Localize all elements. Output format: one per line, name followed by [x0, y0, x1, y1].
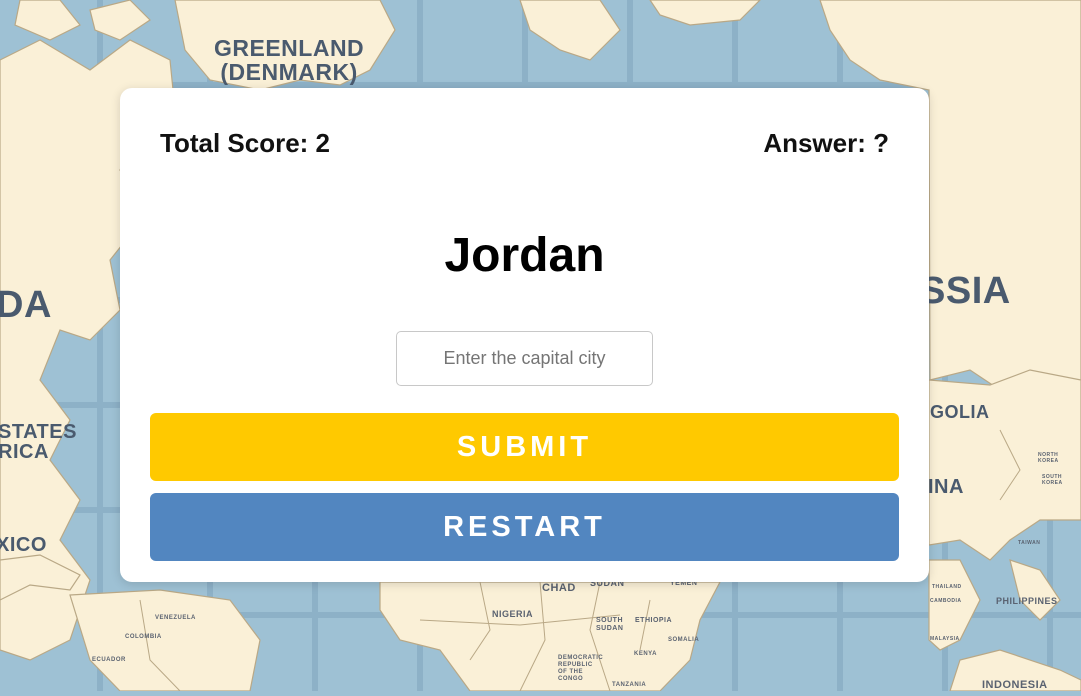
map-label-canada: DA: [0, 284, 52, 326]
map-label-drc: DEMOCRATIC REPUBLIC OF THE CONGO: [558, 655, 604, 682]
map-label-mexico: XICO: [0, 534, 47, 556]
map-label-tanzania: TANZANIA: [612, 682, 647, 688]
total-score: Total Score: 2: [160, 128, 331, 158]
map-label-south-sudan: SOUTH SUDAN: [596, 617, 624, 632]
map-label-china: INA: [928, 476, 964, 498]
map-label-venezuela: VENEZUELA: [155, 615, 196, 621]
score-row: Total Score: 2 Answer: ?: [160, 128, 889, 159]
map-label-cambodia: CAMBODIA: [930, 598, 962, 604]
capital-city-input[interactable]: [396, 331, 653, 386]
map-label-mongolia: GOLIA: [930, 402, 990, 422]
map-label-taiwan: TAIWAN: [1018, 540, 1041, 546]
map-label-ecuador: ECUADOR: [92, 657, 126, 663]
map-label-russia: SSIA: [920, 270, 1011, 312]
answer-display: Answer: ?: [763, 128, 889, 158]
map-label-malaysia: MALAYSIA: [930, 636, 960, 642]
map-label-somalia: SOMALIA: [668, 637, 700, 643]
submit-button[interactable]: SUBMIT: [150, 413, 899, 481]
map-label-greenland: GREENLAND (DENMARK): [214, 35, 365, 85]
map-label-kenya: KENYA: [634, 651, 657, 657]
map-label-philippines: PHILIPPINES: [996, 596, 1058, 606]
map-label-chad: CHAD: [542, 582, 576, 594]
map-label-north-korea: NORTH KOREA: [1038, 452, 1059, 464]
map-label-colombia: COLOMBIA: [125, 634, 162, 640]
quiz-card: Total Score: 2 Answer: ? Jordan SUBMIT R…: [120, 88, 929, 582]
country-name: Jordan: [444, 229, 605, 282]
map-label-nigeria: NIGERIA: [492, 609, 534, 619]
map-label-united-states: STATES RICA: [0, 421, 77, 463]
map-label-south-korea: SOUTH KOREA: [1042, 474, 1063, 486]
map-label-ethiopia: ETHIOPIA: [635, 617, 673, 624]
map-label-thailand: THAILAND: [932, 584, 962, 590]
restart-button[interactable]: RESTART: [150, 493, 899, 561]
map-label-indonesia: INDONESIA: [982, 679, 1048, 691]
